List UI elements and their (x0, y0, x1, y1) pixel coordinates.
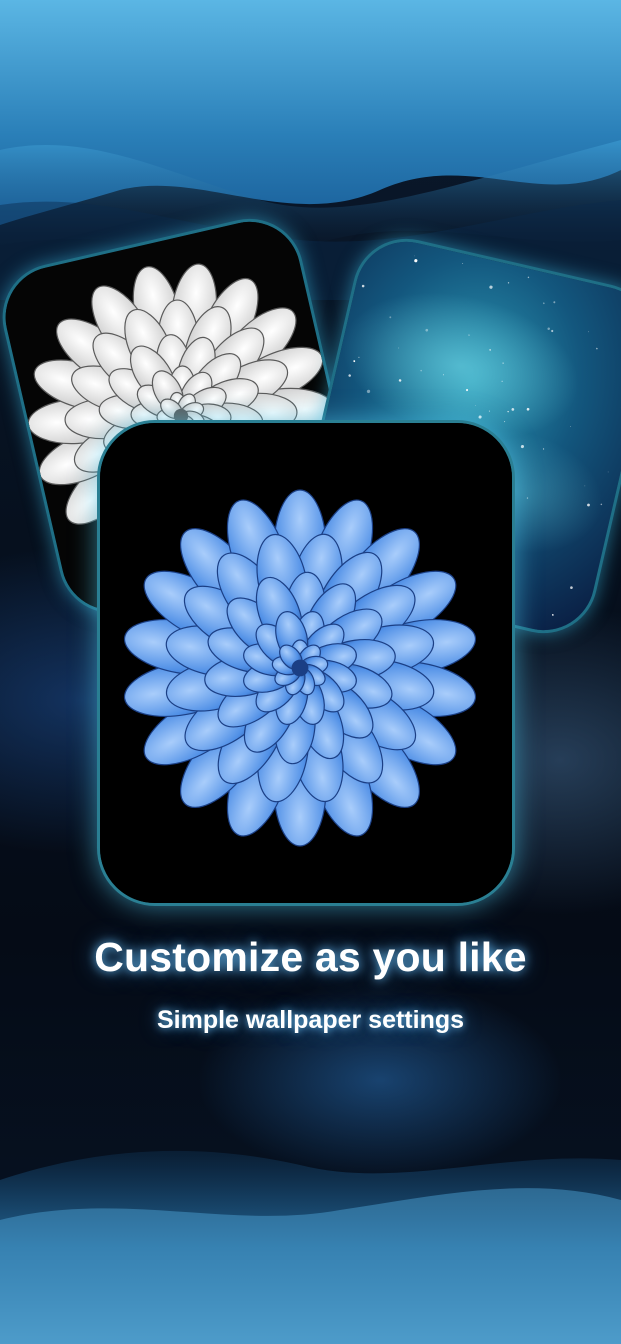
onboarding-subtitle: Simple wallpaper settings (156, 1006, 465, 1034)
onboarding-title: Customize as you like (94, 934, 527, 980)
bottom-wave-background (0, 1150, 621, 1344)
blue-dahlia-icon (100, 423, 512, 903)
onboarding-screen: Customize as you like Simple wallpaper s… (0, 0, 621, 1344)
blue-flower-card[interactable] (97, 420, 515, 906)
